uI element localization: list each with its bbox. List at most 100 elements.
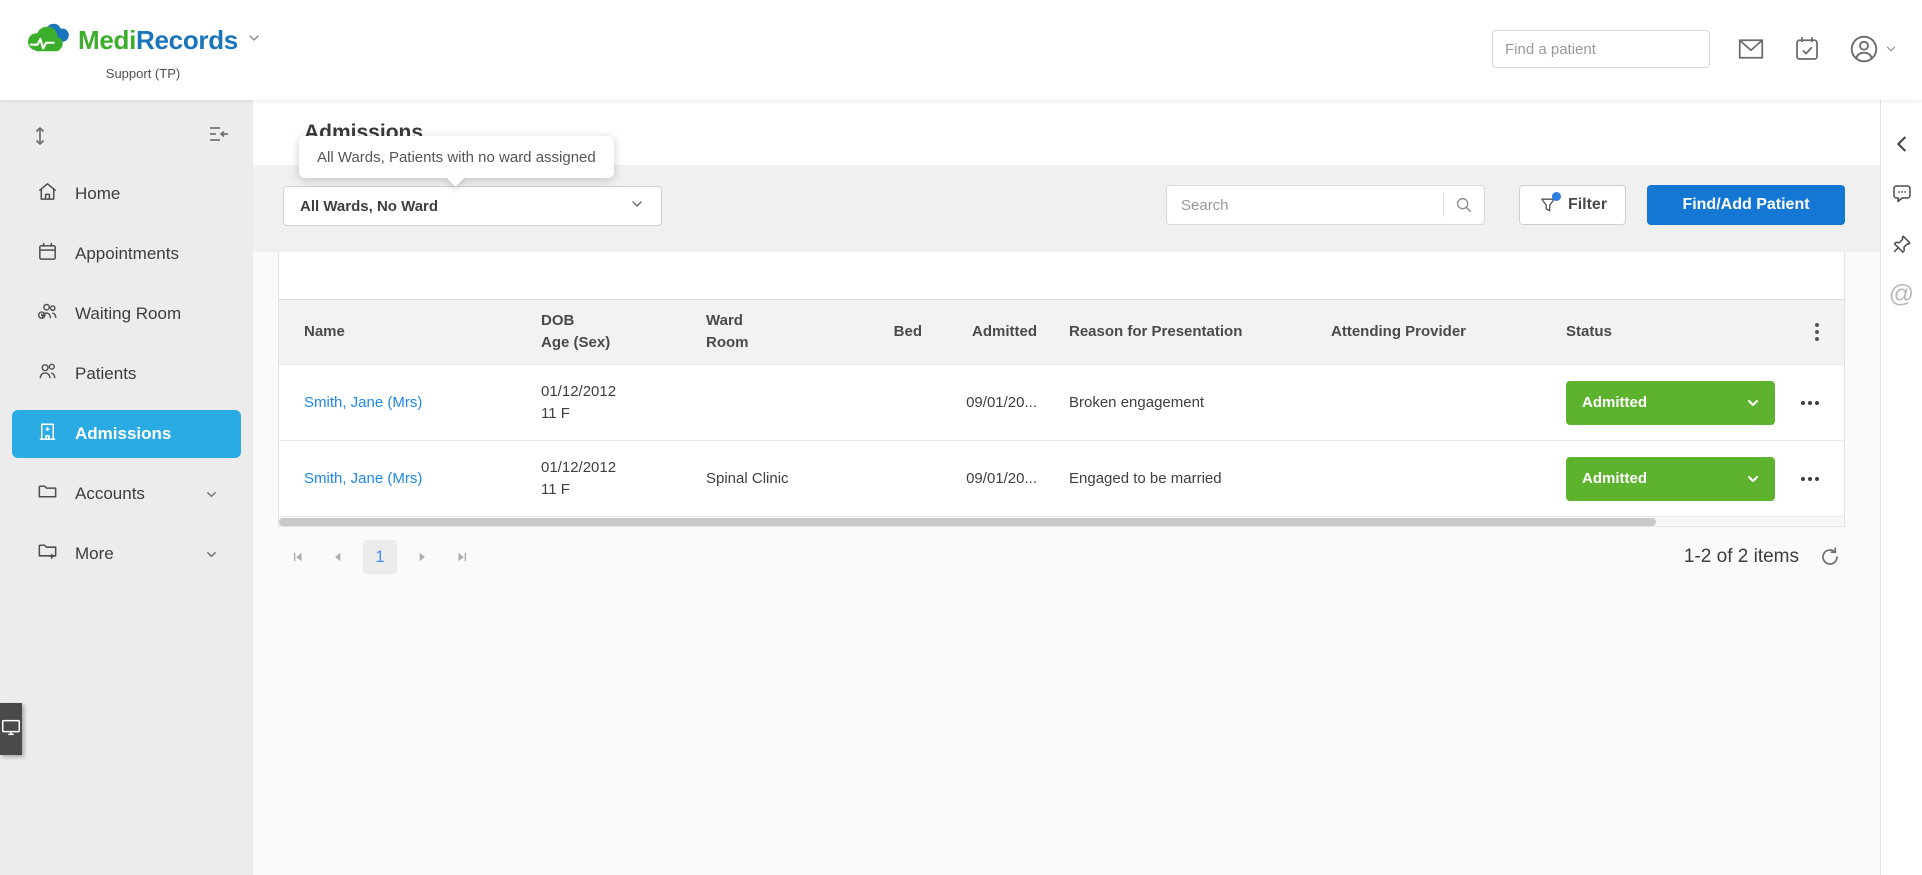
- resize-updown-icon[interactable]: [28, 122, 52, 155]
- page-number[interactable]: 1: [363, 540, 397, 574]
- first-page-icon[interactable]: [283, 542, 313, 572]
- collapse-sidebar-icon[interactable]: [207, 122, 231, 151]
- chevron-down-icon: [204, 547, 219, 562]
- sidebar-item-label: Accounts: [75, 484, 145, 503]
- waiting-room-icon: [36, 300, 59, 328]
- user-account-menu[interactable]: [1848, 33, 1898, 65]
- sidebar-item-admissions[interactable]: Admissions: [12, 410, 241, 458]
- card-padding: [279, 252, 1844, 299]
- chat-icon[interactable]: [1890, 182, 1914, 206]
- chevron-down-icon: [204, 487, 219, 502]
- calendar-icon: [36, 240, 59, 268]
- items-count-summary: 1-2 of 2 items: [1683, 546, 1799, 567]
- col-header-admitted[interactable]: Admitted: [926, 321, 1041, 344]
- patients-icon: [36, 360, 59, 388]
- sidebar-item-more[interactable]: More: [12, 530, 241, 578]
- table-row: Smith, Jane (Mrs) 01/12/2012 11 F 09/01/…: [279, 364, 1844, 440]
- ward-filter-value: All Wards, No Ward: [300, 197, 439, 215]
- col-header-bed[interactable]: Bed: [866, 321, 926, 344]
- chevron-down-icon: [1748, 475, 1758, 482]
- chevron-down-icon: [629, 196, 645, 217]
- sidebar-item-label: More: [75, 544, 114, 563]
- ward-room-cell: Spinal Clinic: [706, 470, 789, 487]
- col-header-reason[interactable]: Reason for Presentation: [1041, 321, 1331, 344]
- chevron-down-icon: [1748, 399, 1758, 406]
- col-header-ward-room[interactable]: Ward Room: [706, 310, 866, 355]
- dob-value: 01/12/2012: [541, 458, 617, 476]
- col-header-dob-age[interactable]: DOB Age (Sex): [541, 310, 706, 355]
- row-actions-ellipsis-icon[interactable]: [1783, 476, 1819, 481]
- status-label: Admitted: [1582, 394, 1647, 411]
- sidebar-item-patients[interactable]: Patients: [12, 350, 241, 398]
- brand-name-records: Records: [136, 25, 238, 55]
- pin-icon[interactable]: [1890, 232, 1914, 256]
- find-patient-search: [1492, 30, 1710, 68]
- brand-name: MediRecords: [78, 25, 238, 56]
- sidebar-item-waiting-room[interactable]: Waiting Room: [12, 290, 241, 338]
- patient-name-link[interactable]: Smith, Jane (Mrs): [304, 394, 422, 411]
- expand-panel-chevron-left-icon[interactable]: [1891, 132, 1913, 156]
- filter-button-label: Filter: [1567, 196, 1608, 213]
- age-sex-value: 11 F: [541, 480, 570, 498]
- status-dropdown-button[interactable]: Admitted: [1566, 456, 1775, 501]
- sidebar-item-appointments[interactable]: Appointments: [12, 230, 241, 278]
- folder-plus-icon: [36, 540, 59, 568]
- dob-age-cell: 01/12/2012 11 F: [541, 457, 706, 501]
- reason-cell: Engaged to be married: [1069, 470, 1222, 487]
- calendar-check-icon[interactable]: [1792, 34, 1822, 64]
- next-page-icon[interactable]: [407, 542, 437, 572]
- dob-age-cell: 01/12/2012 11 F: [541, 381, 706, 425]
- scrollbar-thumb[interactable]: [279, 518, 1657, 526]
- mentions-at-icon[interactable]: @: [1889, 282, 1914, 307]
- col-header-line: Ward: [706, 311, 743, 329]
- col-header-line: Room: [706, 334, 749, 351]
- mail-icon[interactable]: [1736, 34, 1766, 64]
- col-header-name[interactable]: Name: [304, 321, 541, 344]
- sidebar-item-home[interactable]: Home: [12, 170, 241, 218]
- admissions-hospital-icon: [36, 420, 59, 448]
- filter-band: All Wards, No Ward Search Filter Find/Ad…: [253, 165, 1880, 252]
- brand[interactable]: MediRecords Support (TP): [24, 19, 262, 81]
- right-rail: @: [1880, 100, 1922, 875]
- main-content: Admissions All Wards, Patients with no w…: [253, 100, 1880, 875]
- status-label: Admitted: [1582, 470, 1647, 487]
- filter-button[interactable]: Filter: [1519, 185, 1626, 225]
- last-page-icon[interactable]: [447, 542, 477, 572]
- medirecords-cloud-logo-icon: [24, 19, 70, 62]
- admitted-cell: 09/01/20...: [966, 394, 1037, 411]
- feedback-corner-tab[interactable]: [0, 703, 22, 755]
- search-icon[interactable]: [1444, 194, 1484, 216]
- col-header-line: Age (Sex): [541, 334, 611, 351]
- patient-name-link[interactable]: Smith, Jane (Mrs): [304, 470, 422, 487]
- col-header-attending-provider[interactable]: Attending Provider: [1331, 321, 1566, 344]
- col-header-line: DOB: [541, 311, 575, 329]
- find-patient-input[interactable]: [1493, 40, 1709, 58]
- table-row: Smith, Jane (Mrs) 01/12/2012 11 F Spinal…: [279, 440, 1844, 516]
- column-settings-kebab-icon[interactable]: [1783, 323, 1819, 341]
- top-bar: MediRecords Support (TP): [0, 0, 1922, 100]
- find-add-patient-button[interactable]: Find/Add Patient: [1647, 185, 1845, 225]
- account-label: Support (TP): [105, 66, 181, 81]
- sidebar-item-accounts[interactable]: Accounts: [12, 470, 241, 518]
- filter-active-dot: [1551, 192, 1561, 201]
- sidebar-item-label: Patients: [75, 364, 137, 383]
- status-dropdown-button[interactable]: Admitted: [1566, 380, 1775, 425]
- admitted-cell: 09/01/20...: [966, 470, 1037, 487]
- dob-value: 01/12/2012: [541, 382, 617, 400]
- brand-chevron-down-icon[interactable]: [246, 30, 262, 51]
- brand-name-medi: Medi: [78, 25, 137, 55]
- ward-filter-tooltip: All Wards, Patients with no ward assigne…: [299, 136, 614, 187]
- horizontal-scrollbar: [279, 516, 1844, 526]
- table-header-row: Name DOB Age (Sex) Ward Room Bed Admitte…: [279, 299, 1844, 364]
- previous-page-icon[interactable]: [323, 542, 353, 572]
- refresh-icon[interactable]: [1815, 542, 1845, 572]
- sidebar-item-label: Home: [75, 184, 121, 203]
- row-actions-ellipsis-icon[interactable]: [1783, 400, 1819, 405]
- col-header-status[interactable]: Status: [1566, 321, 1783, 344]
- table-search-input[interactable]: [1167, 196, 1443, 214]
- ward-filter-select[interactable]: All Wards, No Ward: [283, 186, 662, 226]
- sidebar-item-label: Admissions: [75, 424, 172, 443]
- sidebar-item-label: Appointments: [75, 244, 179, 263]
- reason-cell: Broken engagement: [1069, 394, 1205, 411]
- tooltip-text: All Wards, Patients with no ward assigne…: [317, 148, 596, 166]
